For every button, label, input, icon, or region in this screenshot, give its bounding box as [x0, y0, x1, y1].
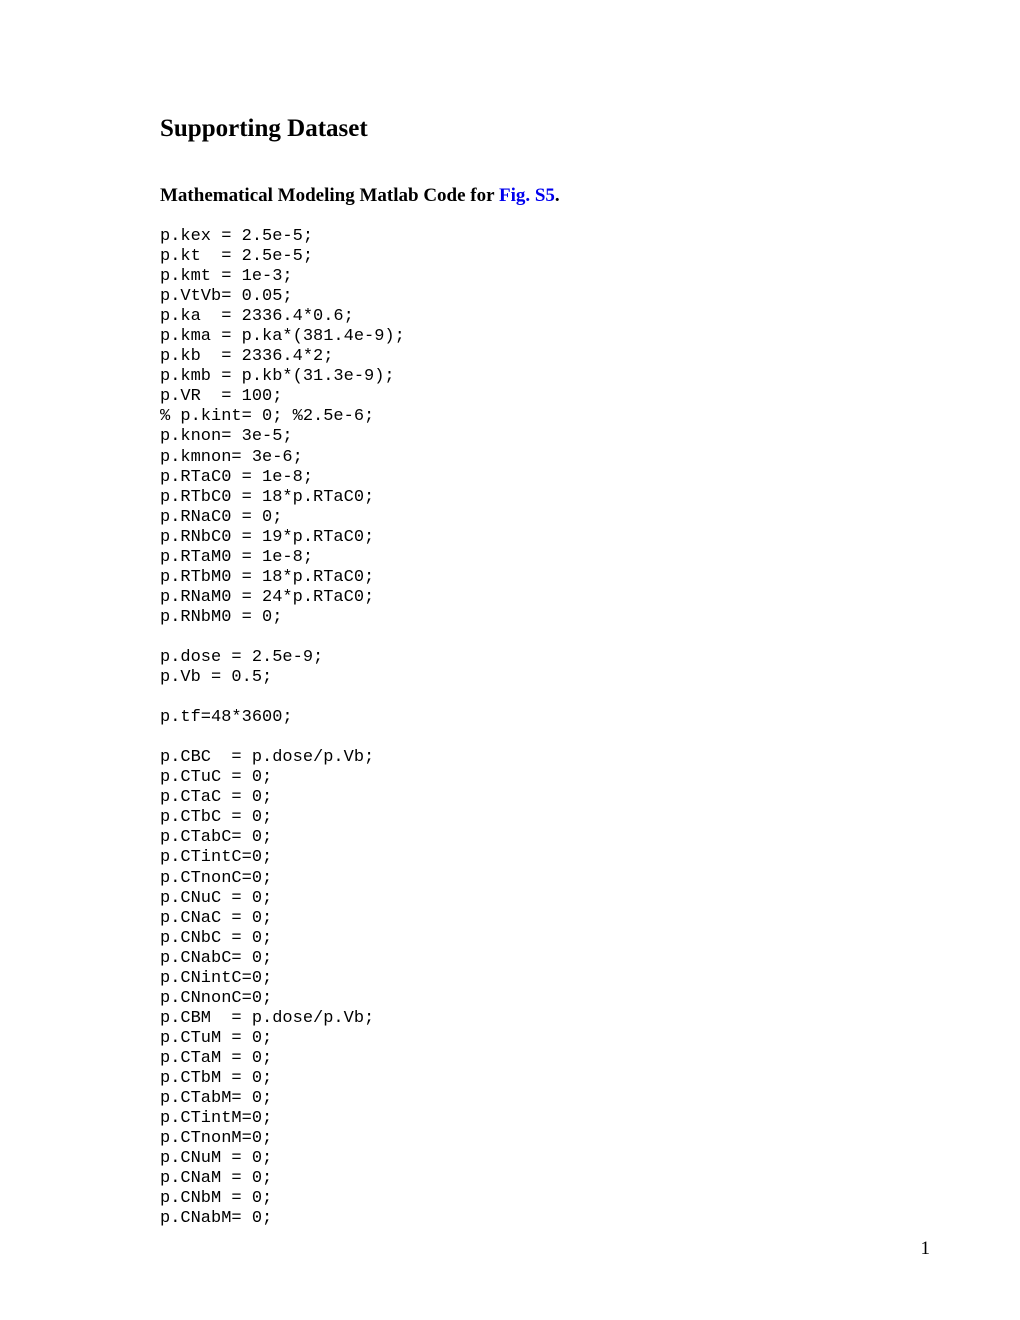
document-title: Supporting Dataset [160, 115, 930, 143]
code-block: p.kex = 2.5e-5; p.kt = 2.5e-5; p.kmt = 1… [160, 227, 930, 1229]
figure-link[interactable]: Fig. S5 [499, 185, 555, 206]
page-number: 1 [921, 1238, 931, 1260]
subtitle-suffix: . [555, 185, 560, 206]
subtitle-prefix: Mathematical Modeling Matlab Code for [160, 185, 499, 206]
document-subtitle: Mathematical Modeling Matlab Code for Fi… [160, 185, 930, 207]
document-page: Supporting Dataset Mathematical Modeling… [0, 0, 1020, 1289]
